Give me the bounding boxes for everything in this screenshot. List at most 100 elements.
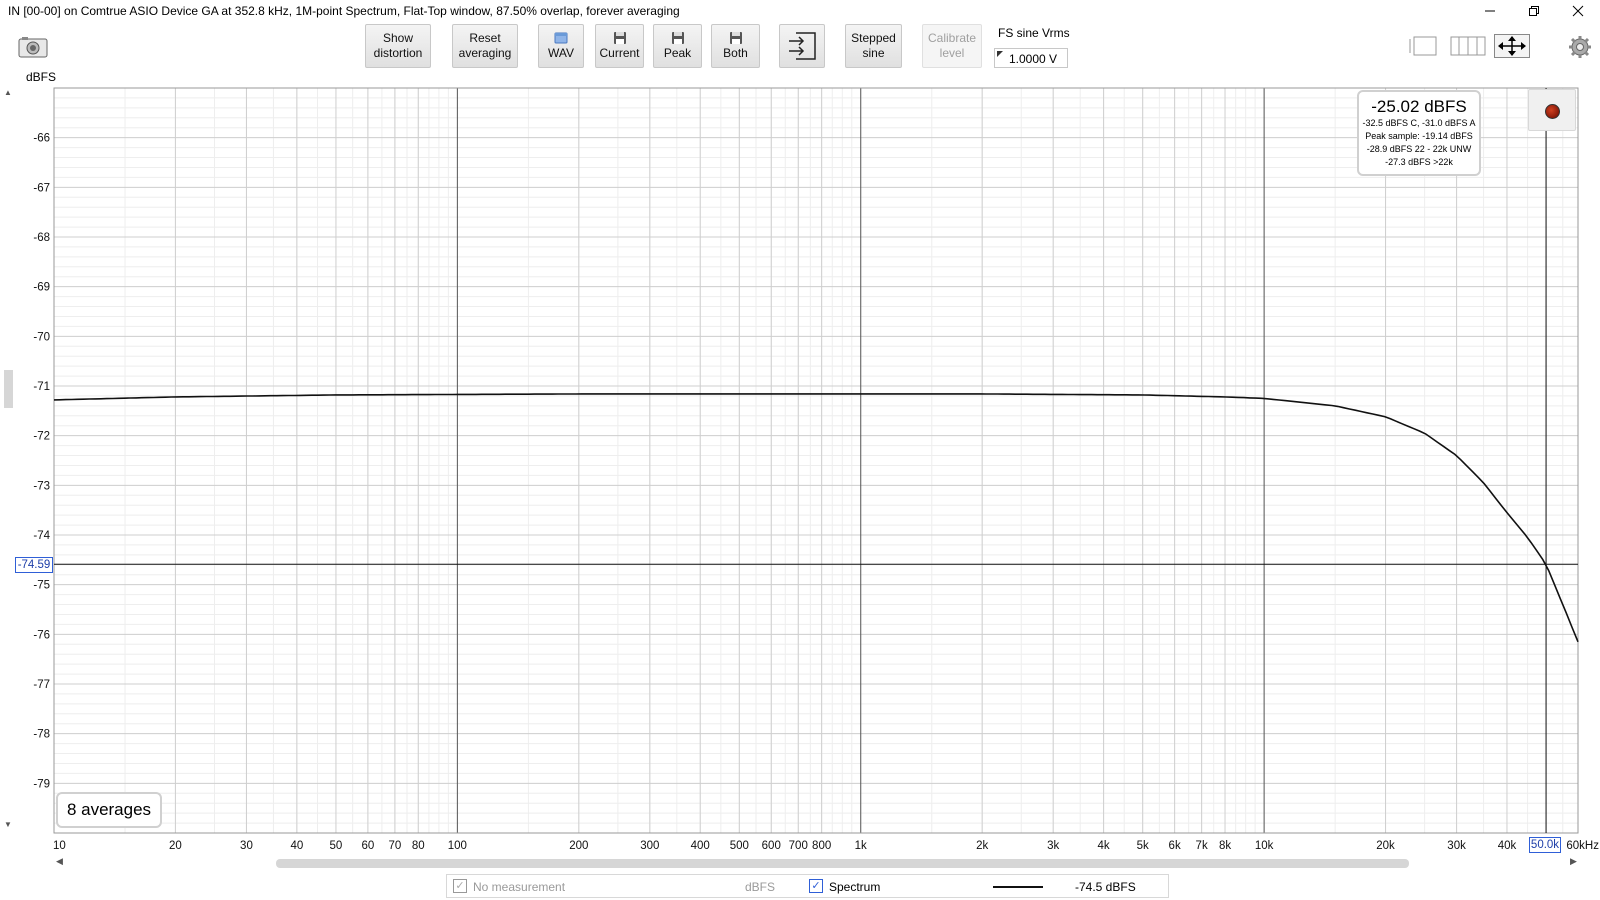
readout-line: -28.9 dBFS 22 - 22k UNW bbox=[1366, 144, 1472, 154]
show-distortion-label-2: distortion bbox=[373, 46, 423, 60]
close-button[interactable] bbox=[1556, 0, 1600, 22]
record-button[interactable] bbox=[1528, 89, 1576, 131]
title-bar: IN [00-00] on Comtrue ASIO Device GA at … bbox=[0, 0, 1600, 22]
no-measurement-checkbox[interactable]: ✓ bbox=[453, 879, 467, 893]
fs-sine-input[interactable]: 1.0000 V bbox=[994, 48, 1068, 68]
save-icon bbox=[613, 32, 626, 44]
level-readout: -25.02 dBFS -32.5 dBFS C, -31.0 dBFS A P… bbox=[1357, 90, 1481, 176]
y-tick-label: -78 bbox=[33, 729, 50, 741]
y-tick-label: -67 bbox=[33, 182, 50, 194]
x-tick-label: 300 bbox=[640, 840, 659, 852]
camera-icon bbox=[18, 37, 48, 58]
single-view-button[interactable] bbox=[1408, 34, 1438, 61]
y-axis-labels: -66 -67 -68 -69 -70 -71 -72 -73 -74 -75 -76 -77 -78 -… bbox=[33, 133, 50, 791]
y-tick-label: -76 bbox=[33, 629, 50, 641]
plot-frame bbox=[53, 87, 1579, 834]
x-tick-label: 20k bbox=[1376, 840, 1395, 852]
dropdown-corner-icon bbox=[997, 51, 1003, 57]
save-current-button[interactable]: Current bbox=[595, 24, 644, 68]
spectrum-checkbox[interactable]: ✓ bbox=[809, 879, 823, 893]
columns-icon bbox=[1450, 36, 1486, 56]
spectrum-plot[interactable]: -66 -67 -68 -69 -70 -71 -72 -73 -74 -75 -76 -77 -78 -… bbox=[0, 84, 1600, 856]
x-tick-label: 30k bbox=[1447, 840, 1466, 852]
record-icon bbox=[1545, 104, 1560, 119]
y-tick-label: -70 bbox=[33, 331, 50, 343]
calibrate-level-label-2: level bbox=[939, 46, 965, 60]
scroll-left-icon[interactable]: ◀ bbox=[56, 856, 63, 867]
reset-averaging-button[interactable]: Reset averaging bbox=[452, 24, 518, 68]
y-tick-label: -71 bbox=[33, 381, 50, 393]
pan-zoom-button[interactable] bbox=[1494, 34, 1530, 61]
x-tick-label: 40k bbox=[1498, 840, 1517, 852]
major-grid bbox=[53, 88, 1579, 833]
save-peak-button[interactable]: Peak bbox=[653, 24, 702, 68]
stepped-sine-button[interactable]: Stepped sine bbox=[845, 24, 902, 68]
legend-unit-label: dBFS bbox=[745, 880, 776, 894]
readout-line: -27.3 dBFS >22k bbox=[1385, 157, 1453, 167]
snapshot-button[interactable] bbox=[18, 36, 48, 58]
x-tick-label: 10k bbox=[1255, 840, 1274, 852]
single-window-icon bbox=[1409, 36, 1437, 56]
wav-button[interactable]: WAV bbox=[538, 24, 584, 68]
fs-sine-value: 1.0000 V bbox=[1009, 52, 1058, 66]
show-distortion-label-1: Show bbox=[382, 31, 414, 45]
x-tick-label: 4k bbox=[1098, 840, 1110, 852]
x-tick-label: 20 bbox=[169, 840, 182, 852]
x-tick-label: 5k bbox=[1137, 840, 1149, 852]
horizontal-scroll-thumb[interactable] bbox=[276, 859, 1409, 868]
x-tick-label: 800 bbox=[812, 840, 831, 852]
averages-badge: 8 averages bbox=[56, 792, 162, 828]
both-label: Both bbox=[723, 46, 748, 60]
wav-file-icon bbox=[554, 32, 568, 44]
y-tick-label: -72 bbox=[33, 431, 50, 443]
x-tick-label: 30 bbox=[240, 840, 253, 852]
reset-averaging-label-1: Reset bbox=[469, 31, 501, 45]
current-label: Current bbox=[599, 46, 640, 60]
minimize-icon bbox=[1485, 10, 1495, 12]
spectrum-legend-swatch bbox=[993, 886, 1043, 888]
scroll-right-icon[interactable]: ▶ bbox=[1570, 856, 1577, 867]
save-both-button[interactable]: Both bbox=[711, 24, 760, 68]
x-tick-label: 400 bbox=[691, 840, 710, 852]
readout-line: Peak sample: -19.14 dBFS bbox=[1365, 131, 1473, 141]
calibrate-level-button[interactable]: Calibrate level bbox=[922, 24, 982, 68]
readout-line: -32.5 dBFS C, -31.0 dBFS A bbox=[1362, 118, 1476, 128]
y-tick-label: -75 bbox=[33, 580, 50, 592]
wav-label: WAV bbox=[548, 46, 574, 60]
export-icon bbox=[789, 32, 816, 60]
x-tick-label: 1k bbox=[855, 840, 867, 852]
x-tick-label: 70 bbox=[388, 840, 401, 852]
gear-icon bbox=[1569, 36, 1591, 58]
stepped-sine-label-2: sine bbox=[862, 46, 885, 60]
x-tick-label: 40 bbox=[290, 840, 303, 852]
y-tick-label: -77 bbox=[33, 679, 50, 691]
x-tick-label: 200 bbox=[569, 840, 588, 852]
restore-button[interactable] bbox=[1512, 0, 1556, 22]
show-distortion-button[interactable]: Show distortion bbox=[365, 24, 431, 68]
x-tick-label: 2k bbox=[976, 840, 988, 852]
restore-icon bbox=[1529, 6, 1539, 16]
x-tick-label: 100 bbox=[448, 840, 467, 852]
x-tick-label: 80 bbox=[412, 840, 425, 852]
settings-button[interactable] bbox=[1568, 35, 1592, 59]
y-tick-label: -79 bbox=[33, 778, 50, 790]
split-view-button[interactable] bbox=[1450, 34, 1486, 61]
x-tick-label: 60 bbox=[361, 840, 374, 852]
fs-sine-label: FS sine Vrms bbox=[998, 26, 1070, 40]
x-tick-label: 8k bbox=[1219, 840, 1231, 852]
cursor-y-readout[interactable]: -74.59 bbox=[15, 557, 53, 573]
x-tick-label: 500 bbox=[730, 840, 749, 852]
cursor-x-readout[interactable]: 50.0k bbox=[1529, 837, 1561, 853]
y-tick-label: -73 bbox=[33, 480, 50, 492]
y-tick-label: -74 bbox=[33, 530, 50, 542]
horizontal-scrollbar[interactable]: ◀ ▶ bbox=[54, 856, 1584, 870]
cursor-lines bbox=[54, 88, 1578, 833]
x-axis-labels: 10 20 30 40 50 60 70 80 100 200 300 400 500 600 700 800… bbox=[53, 840, 1599, 852]
close-icon bbox=[1572, 5, 1584, 17]
reset-averaging-label-2: averaging bbox=[458, 46, 512, 60]
minimize-button[interactable] bbox=[1468, 0, 1512, 22]
export-button[interactable] bbox=[779, 24, 825, 68]
no-measurement-label: No measurement bbox=[473, 880, 566, 894]
y-tick-label: -69 bbox=[33, 282, 50, 294]
spectrum-label: Spectrum bbox=[829, 880, 881, 894]
